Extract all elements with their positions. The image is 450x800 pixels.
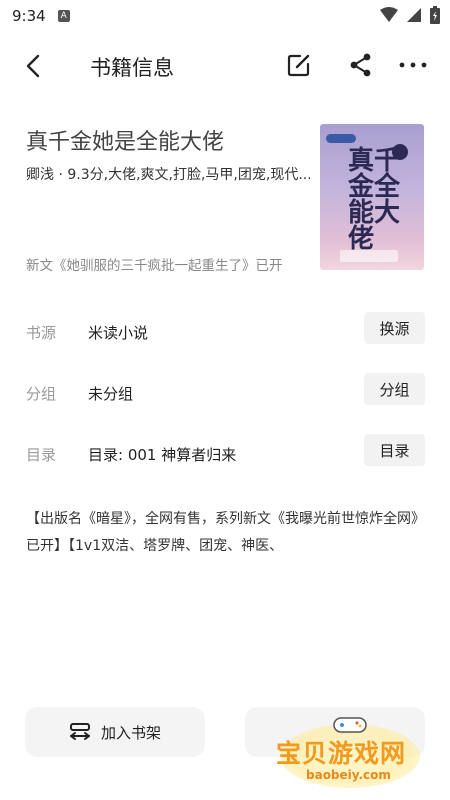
row-group: 分组 未分组 分组 — [0, 373, 450, 413]
catalog-button[interactable]: 目录 — [364, 434, 425, 466]
top-bar: 书籍信息 — [0, 40, 450, 90]
chevron-left-icon — [26, 54, 40, 78]
book-latest-note: 新文《她驯服的三千疯批一起重生了》已开 — [26, 258, 283, 274]
add-to-shelf-label: 加入书架 — [100, 723, 161, 742]
cover-badge — [326, 134, 356, 143]
wifi-icon — [380, 7, 398, 22]
book-title: 真千金她是全能大佬 — [26, 130, 225, 155]
book-cover[interactable]: 真千金全能大佬 — [320, 124, 424, 270]
book-meta: 卿浅 · 9.3分,大佬,爽文,打脸,马甲,团宠,现代... — [26, 167, 310, 183]
notification-icon: A — [57, 10, 70, 22]
edit-icon[interactable] — [286, 52, 312, 78]
add-to-shelf-button[interactable]: 加入书架 — [25, 707, 205, 757]
source-label: 书源 — [26, 324, 57, 342]
bookshelf-icon — [69, 723, 90, 740]
status-icons — [380, 6, 440, 24]
catalog-value: 目录: 001 神算者归来 — [88, 446, 237, 464]
book-description: 【出版名《暗星》，全网有售，系列新文《我曝光前世惊炸全网》已开】【1v1双洁、塔… — [26, 511, 425, 554]
status-bar: 9:34 A — [0, 0, 450, 32]
signal-icon — [407, 8, 421, 22]
cover-title-art: 真千金全能大佬 — [348, 146, 401, 254]
change-source-button[interactable]: 换源 — [364, 312, 425, 344]
watermark-url: baobeiy.com — [306, 768, 391, 782]
source-value: 米读小说 — [88, 324, 149, 342]
catalog-label: 目录 — [26, 446, 57, 464]
row-source: 书源 米读小说 换源 — [0, 312, 450, 352]
status-time: 9:34 — [12, 7, 46, 25]
battery-icon — [430, 6, 440, 24]
cover-author-tag — [340, 250, 398, 262]
group-button[interactable]: 分组 — [364, 373, 425, 405]
group-value: 未分组 — [88, 385, 134, 403]
share-icon[interactable] — [348, 52, 374, 78]
group-label: 分组 — [26, 385, 57, 403]
row-catalog: 目录 目录: 001 神算者归来 目录 — [0, 434, 450, 474]
more-dots-icon[interactable] — [398, 52, 428, 78]
page-title: 书籍信息 — [90, 56, 174, 80]
read-button[interactable] — [245, 707, 425, 757]
back-button[interactable] — [20, 52, 48, 80]
